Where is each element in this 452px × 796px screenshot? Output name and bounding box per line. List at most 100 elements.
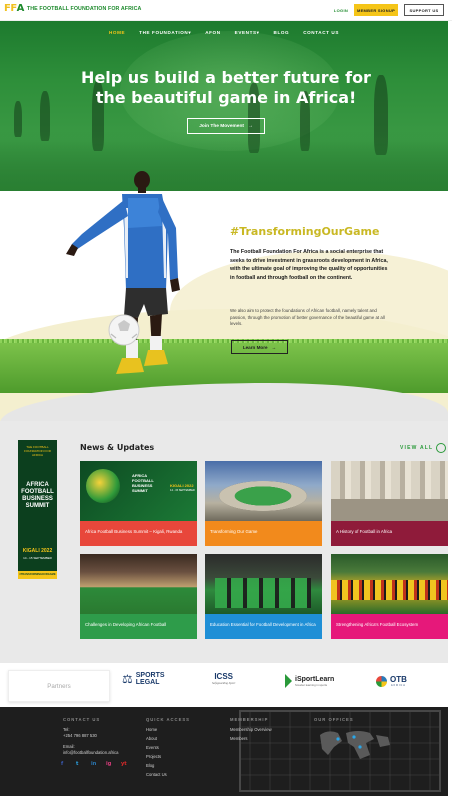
footer-link-projects[interactable]: Projects bbox=[146, 754, 161, 759]
linkedin-icon[interactable]: in bbox=[91, 761, 96, 767]
news-card-caption: Challenges in Developing African Footbal… bbox=[80, 614, 197, 639]
partner-sub: AFRICA bbox=[391, 684, 406, 687]
learn-more-button[interactable]: Learn More → bbox=[231, 340, 288, 354]
footer-email[interactable]: info@footballfoundation.africa bbox=[63, 750, 118, 755]
news-card-image bbox=[205, 554, 322, 614]
youtube-icon[interactable]: yt bbox=[121, 761, 127, 767]
footer-quick-heading: QUICK ACCESS bbox=[146, 717, 190, 722]
logo-mark-b: A bbox=[16, 3, 25, 14]
card-summit-title: AFRICA FOOTBALL BUSINESS SUMMIT bbox=[132, 473, 154, 493]
news-card[interactable]: Challenges in Developing African Footbal… bbox=[80, 554, 197, 639]
news-card[interactable]: Strengthening Africa's Football Ecosyste… bbox=[331, 554, 448, 639]
partner-name: SPORTS LEGAL bbox=[135, 672, 165, 686]
instagram-icon[interactable]: ig bbox=[106, 761, 111, 767]
news-card[interactable]: A History of Football in Africa bbox=[331, 461, 448, 546]
footer-link-blog[interactable]: Blog bbox=[146, 763, 154, 768]
partner-name: iSportLearn bbox=[295, 675, 335, 683]
main-nav: HOME THE FOUNDATION▾ AFON EVENTS▾ BLOG C… bbox=[0, 30, 448, 36]
news-card-caption: Strengthening Africa's Football Ecosyste… bbox=[331, 614, 448, 639]
hero-headline-line2: the beautiful game in Africa! bbox=[95, 88, 357, 107]
footer-contact-heading: CONTACT US bbox=[63, 717, 101, 722]
hero-headline: Help us build a better future for the be… bbox=[0, 68, 448, 108]
nav-afon[interactable]: AFON bbox=[205, 30, 220, 36]
arrow-circle-icon bbox=[436, 443, 447, 453]
news-card[interactable]: AFRICA FOOTBALL BUSINESS SUMMIT KIGALI 2… bbox=[80, 461, 197, 546]
nav-the-foundation[interactable]: THE FOUNDATION▾ bbox=[139, 30, 191, 36]
banner-city: KIGALI 2022 bbox=[22, 548, 53, 554]
nav-blog[interactable]: BLOG bbox=[274, 30, 290, 36]
partner-logo-icss[interactable]: ICSS Safeguarding Sport bbox=[212, 672, 235, 685]
arrow-right-icon: → bbox=[247, 123, 253, 129]
partner-logo-isportlearn[interactable]: iSportLearn Smarter learning in sports bbox=[285, 674, 334, 688]
facebook-icon[interactable]: f bbox=[61, 761, 63, 767]
footer-tel[interactable]: +254 796 887 530 bbox=[63, 733, 97, 738]
footer-email-label: Email: bbox=[63, 744, 75, 749]
about-tagline: #TransformingOurGame bbox=[230, 225, 380, 238]
players-figures bbox=[215, 578, 311, 608]
logo-text: THE FOOTBALL FOUNDATION FOR AFRICA bbox=[26, 5, 142, 12]
join-movement-label: Join The Movement bbox=[199, 123, 244, 129]
partner-logo-otb[interactable]: OTB AFRICA bbox=[376, 676, 407, 687]
footer-offices-heading: OUR OFFICES bbox=[314, 717, 354, 722]
news-heading: News & Updates bbox=[80, 443, 155, 452]
news-card-caption: Transforming Our Game bbox=[205, 521, 322, 546]
about-description: The Football Foundation For Africa is a … bbox=[230, 249, 388, 281]
member-signup-button[interactable]: MEMBER SIGNUP bbox=[354, 4, 398, 16]
news-card-caption: Education Essential for Football Develop… bbox=[205, 614, 322, 639]
view-all-link[interactable]: VIEW ALL bbox=[400, 443, 447, 453]
join-movement-button[interactable]: Join The Movement → bbox=[187, 118, 265, 134]
arrow-right-icon: → bbox=[271, 344, 277, 350]
nav-events[interactable]: EVENTS▾ bbox=[235, 30, 260, 36]
news-card-image bbox=[80, 554, 197, 614]
chevron-down-icon: ▾ bbox=[256, 30, 260, 35]
logo-mark-a: FF bbox=[4, 3, 17, 14]
news-card-image: AFRICA FOOTBALL BUSINESS SUMMIT KIGALI 2… bbox=[80, 461, 197, 521]
footer-link-about[interactable]: About bbox=[146, 736, 157, 741]
footer-link-membership-overview[interactable]: Membership Overview bbox=[230, 727, 272, 732]
footer-link-events[interactable]: Events bbox=[146, 745, 159, 750]
learn-more-label: Learn More bbox=[242, 344, 268, 350]
footer-tel-label: Tel: bbox=[63, 727, 70, 732]
news-card-image bbox=[331, 461, 448, 521]
partners-label: Partners bbox=[8, 670, 110, 702]
vintage-photo-tint bbox=[331, 499, 448, 521]
support-us-button[interactable]: SUPPORT US bbox=[404, 4, 444, 16]
footer-link-members[interactable]: Members bbox=[230, 736, 247, 741]
scales-icon: ⚖ bbox=[122, 672, 133, 686]
partner-sub: Smarter learning in sports bbox=[295, 682, 328, 687]
site-logo[interactable]: FFA THE FOOTBALL FOUNDATION FOR AFRICA bbox=[4, 3, 141, 14]
news-card[interactable]: Transforming Our Game bbox=[205, 461, 322, 546]
nav-events-label: EVENTS bbox=[234, 30, 257, 35]
footer-link-contact[interactable]: Contact Us bbox=[146, 772, 167, 777]
view-all-label: VIEW ALL bbox=[400, 445, 434, 451]
news-card-caption: Africa Football Business Summit – Kigali… bbox=[80, 521, 197, 546]
card-summit-dates: 14 - 15 SEPTEMBER bbox=[170, 489, 195, 492]
partner-text-block: OTB AFRICA bbox=[390, 675, 407, 688]
banner-title: AFRICA FOOTBALL BUSINESS SUMMIT bbox=[21, 482, 54, 509]
nav-the-foundation-label: THE FOUNDATION bbox=[139, 30, 189, 35]
footer-membership-heading: MEMBERSHIP bbox=[230, 717, 269, 722]
about-subtext: We also aim to protect the foundations o… bbox=[230, 308, 385, 326]
partner-text-block: iSportLearn Smarter learning in sports bbox=[295, 676, 334, 687]
play-icon bbox=[285, 674, 292, 688]
partner-name: OTB bbox=[390, 675, 407, 684]
news-card[interactable]: Education Essential for Football Develop… bbox=[205, 554, 322, 639]
nav-contact-us[interactable]: CONTACT US bbox=[303, 30, 339, 36]
nav-home[interactable]: HOME bbox=[109, 30, 125, 36]
banner-org: THE FOOTBALL FOUNDATION FOR AFRICA bbox=[24, 445, 51, 457]
summit-banner-ad[interactable]: THE FOOTBALL FOUNDATION FOR AFRICA AFRIC… bbox=[18, 440, 57, 579]
footer-link-home[interactable]: Home bbox=[146, 727, 157, 732]
hero-headline-line1: Help us build a better future for bbox=[81, 68, 371, 87]
soccer-ball-icon bbox=[86, 469, 120, 503]
stadium-shape bbox=[219, 481, 307, 511]
card-summit-city: KIGALI 2022 bbox=[170, 483, 194, 488]
banner-hashtag: #TRANSFORMINGOURGAME bbox=[18, 571, 57, 579]
partner-name: ICSS bbox=[214, 672, 233, 681]
crowd-shape bbox=[331, 580, 448, 600]
login-link[interactable]: LOGIN bbox=[330, 4, 352, 16]
football-player-image bbox=[66, 171, 180, 374]
twitter-icon[interactable]: t bbox=[76, 761, 78, 767]
partner-logo-sports-legal[interactable]: ⚖ SPORTS LEGAL bbox=[122, 672, 172, 686]
logo-mark: FFA bbox=[4, 3, 24, 14]
news-card-image bbox=[331, 554, 448, 614]
